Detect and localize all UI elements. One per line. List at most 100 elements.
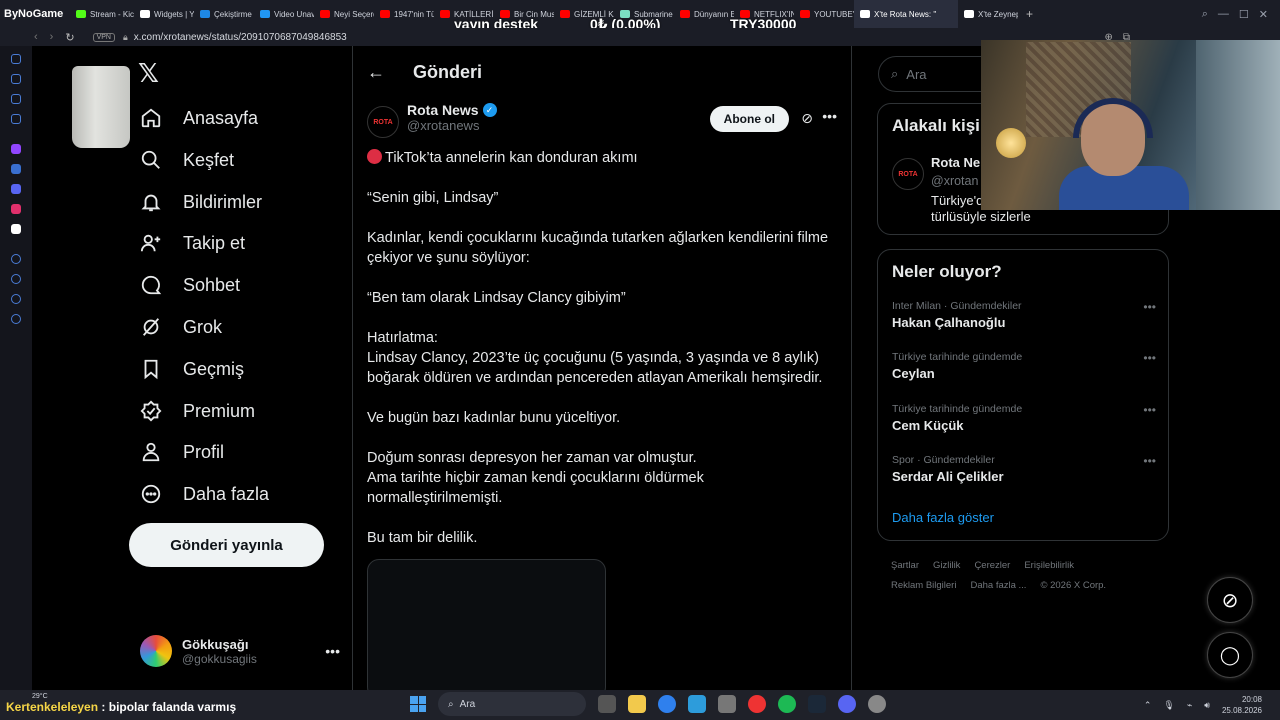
trend-item[interactable]: Inter Milan · Gündemdekiler Hakan Çalhano…	[892, 300, 1162, 330]
trend-more-icon[interactable]: •••	[1143, 300, 1156, 314]
author-handle[interactable]: @xrotanews	[407, 118, 497, 133]
editor-icon[interactable]	[718, 695, 736, 713]
sidebar-bag-icon[interactable]	[11, 74, 21, 84]
lock-icon[interactable]: 🔒︎	[123, 32, 128, 43]
footer-link[interactable]: Daha fazla ...	[970, 580, 1026, 591]
post-media[interactable]	[367, 559, 606, 699]
mic-icon[interactable]: 🎙︎	[1163, 700, 1174, 711]
footer-link[interactable]: Erişilebilirlik	[1024, 560, 1074, 571]
x-logo-icon[interactable]: 𝕏	[138, 58, 159, 89]
opera-icon[interactable]	[748, 695, 766, 713]
windows-start-icon[interactable]	[410, 696, 426, 712]
post-more-icon[interactable]: •••	[822, 108, 837, 124]
nav-item-geçmiş[interactable]: Geçmiş	[131, 348, 244, 390]
search-placeholder: Ara	[906, 66, 927, 82]
browser-tab[interactable]: Stream - Kic	[70, 0, 134, 28]
back-nav-icon[interactable]: ‹	[34, 31, 38, 44]
volume-icon[interactable]: 🔊︎	[1204, 700, 1210, 711]
reload-icon[interactable]: ↻	[65, 31, 74, 44]
messages-fab-button[interactable]: ◯	[1207, 632, 1253, 678]
browser-tab[interactable]: Neyi Seçerd	[314, 0, 374, 28]
browser-tab[interactable]: Dünyanın En	[674, 0, 734, 28]
tray-chevron-icon[interactable]: ⌃	[1144, 700, 1152, 711]
account-more-icon[interactable]: •••	[325, 643, 340, 659]
footer-link[interactable]: Çerezler	[974, 560, 1010, 571]
nav-item-profil[interactable]: Profil	[131, 431, 224, 473]
search-tabs-icon[interactable]: ⌕	[1202, 8, 1208, 21]
sidebar-chat-icon[interactable]	[11, 294, 21, 304]
back-arrow-icon[interactable]: ←	[367, 62, 407, 83]
nav-item-premium[interactable]: Premium	[131, 390, 255, 432]
related-name[interactable]: Rota Ne	[931, 155, 980, 170]
sidebar-play-icon[interactable]	[11, 254, 21, 264]
nav-item-anasayfa[interactable]: Anasayfa	[131, 97, 258, 139]
grok-icon[interactable]: ⊘	[801, 110, 813, 127]
grok-fab-button[interactable]: ⊘	[1207, 577, 1253, 623]
sidebar-clock-icon[interactable]	[11, 274, 21, 284]
discord-taskbar-icon[interactable]	[838, 695, 856, 713]
nav-item-bildirimler[interactable]: Bildirimler	[131, 181, 262, 223]
trend-more-icon[interactable]: •••	[1143, 351, 1156, 365]
trend-name: Ceylan	[892, 366, 935, 381]
post-button[interactable]: Gönderi yayınla	[129, 523, 324, 567]
sidebar-percent-icon[interactable]	[11, 164, 21, 174]
mail-icon[interactable]	[688, 695, 706, 713]
spotify-icon[interactable]	[778, 695, 796, 713]
show-more-link[interactable]: Daha fazla göster	[892, 510, 994, 525]
browser-tab[interactable]: 1947'nin Tü	[374, 0, 434, 28]
trend-item[interactable]: Türkiye tarihinde gündemde Ceylan •••	[892, 351, 1162, 381]
file-explorer-icon[interactable]	[628, 695, 646, 713]
clock-date: 25.08.2026	[1221, 706, 1262, 715]
footer-link[interactable]: © 2026 X Corp.	[1040, 580, 1106, 591]
subscribe-button[interactable]: Abone ol	[709, 106, 789, 132]
settings-icon[interactable]	[868, 695, 886, 713]
sidebar-game-icon[interactable]	[11, 94, 21, 104]
trend-item[interactable]: Türkiye tarihinde gündemde Cem Küçük •••	[892, 403, 1162, 433]
weather-widget[interactable]: 29°C	[32, 693, 48, 700]
minimize-icon[interactable]: —	[1218, 8, 1229, 21]
footer-link[interactable]: Gizlilik	[933, 560, 960, 571]
instagram-icon[interactable]	[11, 204, 21, 214]
footer-link[interactable]: Reklam Bilgileri	[891, 580, 956, 591]
nav-item-takip-et[interactable]: Takip et	[131, 222, 245, 264]
x-icon[interactable]	[11, 224, 21, 234]
close-icon[interactable]: ✕	[1259, 8, 1268, 21]
clock[interactable]: 20:08 25.08.2026	[1222, 694, 1262, 716]
forward-nav-icon[interactable]: ›	[50, 31, 54, 44]
browser-tab[interactable]: Video Unava	[254, 0, 314, 28]
browser-tab[interactable]: Widgets | Yo	[134, 0, 194, 28]
steam-icon[interactable]	[808, 695, 826, 713]
trend-more-icon[interactable]: •••	[1143, 403, 1156, 417]
related-avatar[interactable]: ROTA	[892, 158, 924, 190]
taskbar-search[interactable]: ⌕ Ara	[438, 692, 586, 716]
nav-item-sohbet[interactable]: Sohbet	[131, 264, 240, 306]
vpn-badge[interactable]: VPN	[92, 32, 115, 42]
trend-item[interactable]: Spor · Gündemdekiler Serdar Ali Çelikler •…	[892, 454, 1162, 484]
trend-more-icon[interactable]: •••	[1143, 454, 1156, 468]
new-tab-button[interactable]: +	[1018, 7, 1041, 21]
sidebar-settings-icon[interactable]	[11, 314, 21, 324]
sidebar-music-icon[interactable]	[11, 114, 21, 124]
browser-tab[interactable]: X'te Zeynep	[958, 0, 1018, 28]
sidebar-history-icon[interactable]	[11, 54, 21, 64]
task-view-icon[interactable]	[598, 695, 616, 713]
nav-item-keşfet[interactable]: Keşfet	[131, 139, 234, 181]
page-title: Gönderi	[413, 61, 483, 82]
network-icon[interactable]: ⌁	[1187, 700, 1192, 711]
account-switcher[interactable]: Gökkuşağı @gokkusagiis •••	[140, 630, 340, 672]
related-handle[interactable]: @xrotan	[931, 174, 978, 188]
browser-tab[interactable]: YOUTUBE'U	[794, 0, 854, 28]
author-name[interactable]: Rota News	[407, 102, 479, 118]
author-name-row[interactable]: Rota News ✓	[407, 102, 497, 118]
author-avatar[interactable]: ROTA	[367, 106, 399, 138]
twitch-icon[interactable]	[11, 144, 21, 154]
browser-tab[interactable]: Çekiştirme	[194, 0, 254, 28]
maximize-icon[interactable]: ☐	[1239, 8, 1249, 21]
nav-item-daha-fazla[interactable]: Daha fazla	[131, 473, 269, 515]
browser-tab[interactable]: X'te Rota News: "	[854, 0, 958, 28]
footer-link[interactable]: Şartlar	[891, 560, 919, 571]
discord-icon[interactable]	[11, 184, 21, 194]
url-field[interactable]: x.com/xrotanews/status/20910706870498468…	[134, 32, 347, 43]
nav-item-grok[interactable]: Grok	[131, 306, 222, 348]
store-icon[interactable]	[658, 695, 676, 713]
